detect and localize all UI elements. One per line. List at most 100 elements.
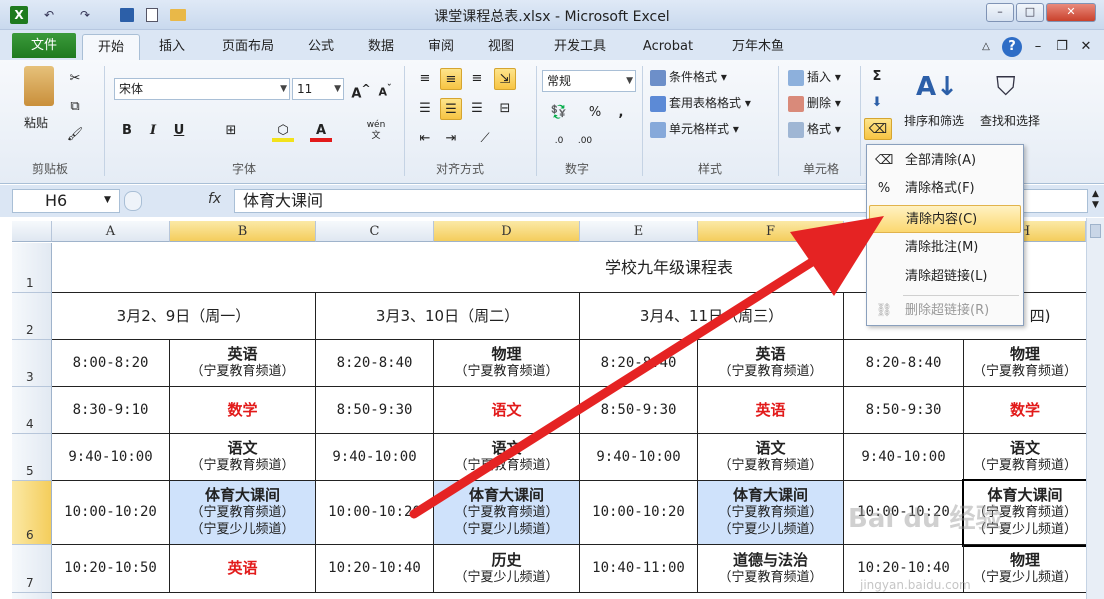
percent-button[interactable]: %: [584, 102, 606, 124]
insert-function-icon[interactable]: fx: [208, 191, 221, 207]
subject-cell[interactable]: 物理 （宁夏教育频道）: [434, 340, 580, 387]
font-color-icon[interactable]: A: [310, 120, 332, 142]
day-header-cell[interactable]: 3月3、10日（周二）: [316, 293, 580, 340]
column-header-b[interactable]: B: [170, 221, 316, 242]
sort-filter-icon[interactable]: A↓: [916, 68, 958, 106]
menu-item-remove-hyperlinks[interactable]: ⛓ 删除超链接(R): [869, 297, 1021, 325]
tab-file[interactable]: 文件: [12, 33, 76, 58]
subject-cell[interactable]: 历史 （宁夏少儿频道）: [434, 545, 580, 593]
phonetic-icon[interactable]: wén 文: [360, 120, 392, 142]
column-header-f[interactable]: F: [698, 221, 844, 242]
tab-page-layout[interactable]: 页面布局: [208, 34, 288, 60]
time-cell[interactable]: 10:20-10:50: [52, 545, 170, 593]
delete-cells-button[interactable]: 删除 ▾: [788, 92, 841, 114]
fill-color-icon[interactable]: ⬡: [272, 120, 294, 142]
row-header-3[interactable]: 3: [12, 340, 52, 387]
paste-button[interactable]: 粘贴: [24, 112, 48, 134]
menu-item-clear-contents[interactable]: 清除内容(C): [869, 205, 1021, 233]
wrap-text-icon[interactable]: ⇲: [494, 68, 516, 90]
tab-formulas[interactable]: 公式: [296, 34, 346, 60]
row-header-5[interactable]: 5: [12, 434, 52, 481]
conditional-formatting-button[interactable]: 条件格式 ▾: [650, 66, 727, 88]
column-header-a[interactable]: A: [52, 221, 170, 242]
fill-icon[interactable]: ⬇: [866, 92, 888, 114]
insert-cells-button[interactable]: 插入 ▾: [788, 66, 841, 88]
subject-cell[interactable]: 体育大课间 （宁夏教育频道） （宁夏少儿频道）: [434, 481, 580, 545]
cell-styles-button[interactable]: 单元格样式 ▾: [650, 118, 739, 140]
help-icon[interactable]: ?: [1002, 37, 1022, 57]
subject-cell[interactable]: 英语 （宁夏教育频道）: [170, 340, 316, 387]
formula-expand-icon[interactable]: ▲ ▼: [1092, 189, 1099, 211]
font-name-select[interactable]: 宋体 ▼: [114, 78, 290, 100]
subject-cell[interactable]: 语文 （宁夏教育频道）: [698, 434, 844, 481]
tab-wannian-muyu[interactable]: 万年木鱼: [718, 34, 798, 60]
time-cell[interactable]: 10:40-11:00: [580, 545, 698, 593]
doc-close-icon[interactable]: ✕: [1078, 34, 1094, 60]
subject-cell[interactable]: 英语 （宁夏教育频道）: [698, 340, 844, 387]
align-left-icon[interactable]: ☰: [414, 98, 436, 120]
increase-indent-icon[interactable]: ⇥: [440, 128, 462, 150]
row-header-1[interactable]: 1: [12, 243, 52, 293]
cut-icon[interactable]: ✂: [64, 68, 86, 90]
find-select-button[interactable]: 查找和选择: [980, 110, 1040, 132]
menu-item-clear-comments[interactable]: 清除批注(M): [869, 234, 1021, 262]
ribbon-collapse-icon[interactable]: △: [978, 34, 994, 60]
time-cell[interactable]: 10:00-10:20: [580, 481, 698, 545]
subject-cell[interactable]: 语文: [434, 387, 580, 434]
time-cell[interactable]: 9:40-10:00: [316, 434, 434, 481]
menu-item-clear-all[interactable]: ⌫ 全部清除(A): [869, 147, 1021, 175]
italic-button[interactable]: I: [142, 120, 164, 142]
column-header-d[interactable]: D: [434, 221, 580, 242]
subject-cell[interactable]: 道德与法治 （宁夏教育频道）: [698, 545, 844, 593]
formula-bar-resize-handle[interactable]: [124, 191, 142, 211]
format-as-table-button[interactable]: 套用表格格式 ▾: [650, 92, 751, 114]
align-middle-icon[interactable]: ≡: [440, 68, 462, 90]
column-header-e[interactable]: E: [580, 221, 698, 242]
tab-data[interactable]: 数据: [356, 34, 406, 60]
time-cell[interactable]: 9:40-10:00: [844, 434, 964, 481]
time-cell[interactable]: 9:40-10:00: [52, 434, 170, 481]
tab-view[interactable]: 视图: [476, 34, 526, 60]
time-cell[interactable]: 8:50-9:30: [316, 387, 434, 434]
maximize-button[interactable]: □: [1016, 3, 1044, 22]
subject-cell[interactable]: 物理 （宁夏少儿频道）: [964, 545, 1086, 593]
tab-home[interactable]: 开始: [82, 34, 140, 60]
align-top-icon[interactable]: ≡: [414, 68, 436, 90]
tab-acrobat[interactable]: Acrobat: [630, 34, 706, 60]
name-box-dropdown-icon[interactable]: ▼: [104, 195, 111, 205]
merge-center-icon[interactable]: ⊟: [494, 98, 516, 120]
subject-cell[interactable]: 体育大课间 （宁夏教育频道） （宁夏少儿频道）: [170, 481, 316, 545]
paste-icon[interactable]: [24, 66, 54, 106]
minimize-button[interactable]: –: [986, 3, 1014, 22]
sort-filter-button[interactable]: 排序和筛选: [904, 110, 964, 132]
tab-review[interactable]: 审阅: [416, 34, 466, 60]
subject-cell[interactable]: 物理 （宁夏教育频道）: [964, 340, 1086, 387]
day-header-cell[interactable]: 3月2、9日（周一）: [52, 293, 316, 340]
underline-button[interactable]: U: [168, 120, 190, 142]
column-header-c[interactable]: C: [316, 221, 434, 242]
menu-item-clear-hyperlinks[interactable]: 清除超链接(L): [869, 263, 1021, 291]
tab-developer[interactable]: 开发工具: [540, 34, 620, 60]
shrink-font-icon[interactable]: Aˇ: [374, 78, 396, 100]
decrease-indent-icon[interactable]: ⇤: [414, 128, 436, 150]
subject-cell[interactable]: 体育大课间 （宁夏教育频道） （宁夏少儿频道）: [698, 481, 844, 545]
day-header-cell[interactable]: 3月4、11日（周三）: [580, 293, 844, 340]
time-cell[interactable]: 8:50-9:30: [580, 387, 698, 434]
row-header-7[interactable]: 7: [12, 545, 52, 593]
subject-cell[interactable]: 语文 （宁夏教育频道）: [964, 434, 1086, 481]
time-cell[interactable]: 10:20-10:40: [316, 545, 434, 593]
grow-font-icon[interactable]: A^: [350, 78, 372, 101]
row-header-4[interactable]: 4: [12, 387, 52, 434]
accounting-format-icon[interactable]: 💱: [548, 102, 570, 124]
increase-decimal-icon[interactable]: .0: [548, 130, 570, 152]
time-cell[interactable]: 8:50-9:30: [844, 387, 964, 434]
bold-button[interactable]: B: [116, 120, 138, 142]
autosum-button[interactable]: Σ: [866, 66, 888, 88]
align-center-icon[interactable]: ☰: [440, 98, 462, 120]
format-painter-icon[interactable]: 🖌: [64, 124, 86, 146]
copy-icon[interactable]: ⧉: [64, 96, 86, 118]
doc-minimize-icon[interactable]: –: [1030, 34, 1046, 60]
subject-cell[interactable]: 数学: [964, 387, 1086, 434]
binoculars-icon[interactable]: ⛉: [996, 68, 1036, 106]
time-cell[interactable]: 9:40-10:00: [580, 434, 698, 481]
